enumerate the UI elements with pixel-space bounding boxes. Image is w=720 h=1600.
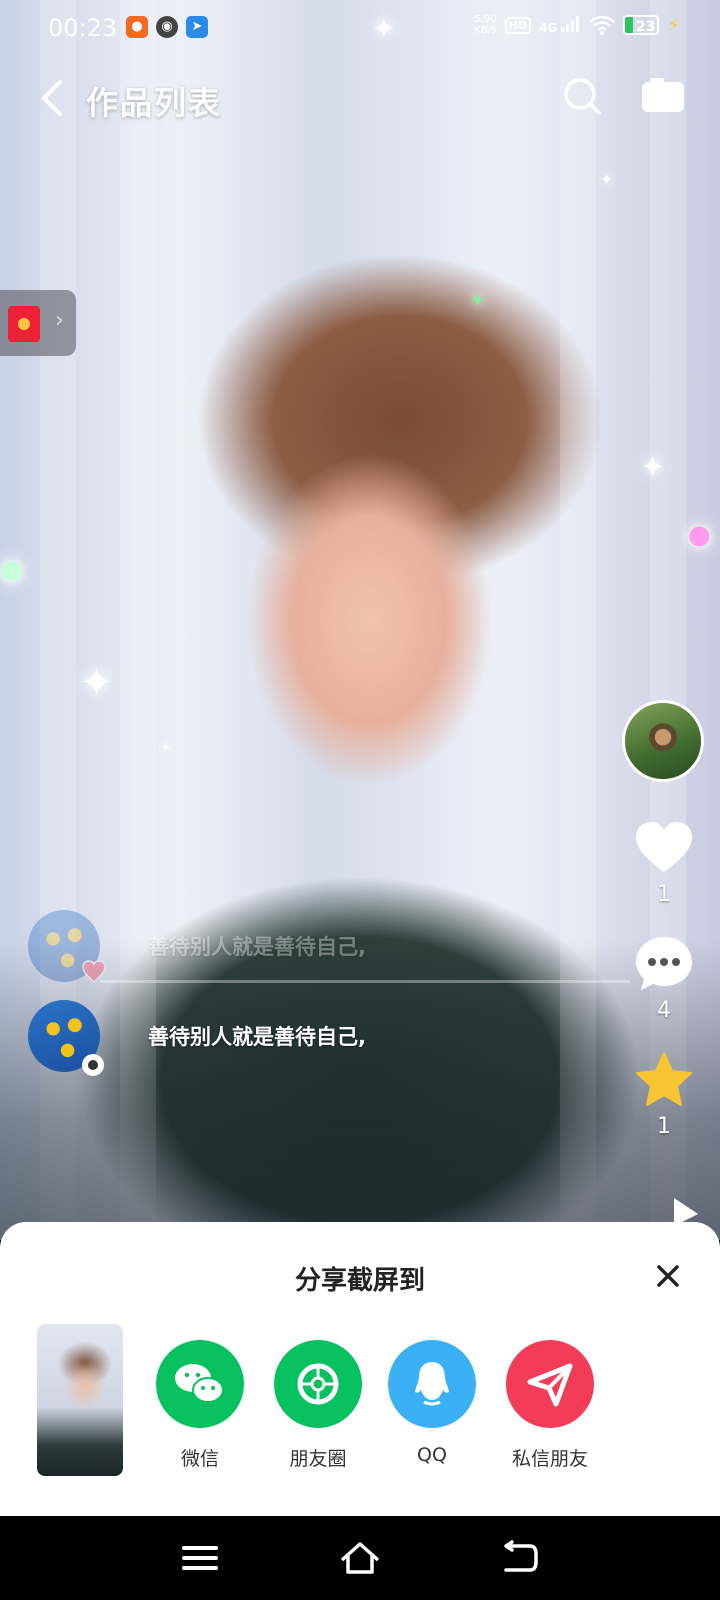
paper-plane-icon <box>506 1340 594 1428</box>
favorite-count: 1 <box>657 1114 671 1139</box>
chevron-left-icon[interactable] <box>34 76 74 120</box>
wechat-icon <box>156 1340 244 1428</box>
status-time: 00:23 <box>48 14 118 42</box>
comment-text: 善待别人就是善待自己, <box>148 935 366 959</box>
screenshot-thumbnail[interactable] <box>37 1324 123 1476</box>
heart-icon <box>636 822 692 872</box>
sparkle-decoration: ● <box>0 555 23 585</box>
system-nav-bar <box>0 1516 720 1600</box>
cellular-signal-icon: 4G <box>539 15 581 35</box>
comment-bubble[interactable]: 善待别人就是善待自己, <box>28 1000 366 1076</box>
share-sheet: 分享截屏到 微信 朋友圈 QQ 私信朋友 <box>0 1222 720 1516</box>
share-label: 微信 <box>180 1448 219 1470</box>
app-notification-icon: ◉ <box>156 16 178 38</box>
commenter-avatar <box>28 910 106 983</box>
share-label: 朋友圈 <box>289 1448 347 1470</box>
comment-button[interactable]: 4 <box>630 934 698 1023</box>
share-qq[interactable]: QQ <box>372 1340 492 1466</box>
sparkle-decoration: ✦ <box>470 290 486 311</box>
author-avatar[interactable] <box>622 700 704 782</box>
chevron-right-icon: › <box>55 308 64 333</box>
hd-badge: HD <box>504 16 531 34</box>
menu-icon[interactable] <box>178 1538 222 1578</box>
red-envelope-icon <box>8 306 40 342</box>
app-notification-icon: ➤ <box>186 16 208 38</box>
viewer-badge-icon <box>82 1054 104 1076</box>
sparkle-decoration: ✦ <box>640 450 666 485</box>
share-label: QQ <box>417 1444 447 1466</box>
sparkle-decoration: ✦ <box>600 170 614 189</box>
battery-icon: 23 <box>623 15 660 35</box>
comment-bubble[interactable]: 善待别人就是善待自己, <box>28 910 366 983</box>
sparkle-decoration: ✦ <box>80 660 114 706</box>
charging-icon: ⚡ <box>667 14 680 36</box>
commenter-avatar <box>28 1000 104 1076</box>
sparkle-decoration: ✦ <box>160 740 172 756</box>
back-arrow-icon[interactable] <box>498 1538 542 1578</box>
home-icon[interactable] <box>338 1538 382 1578</box>
share-direct-message[interactable]: 私信朋友 <box>490 1340 610 1471</box>
search-icon[interactable] <box>560 74 604 118</box>
comment-count: 4 <box>657 998 671 1023</box>
comment-text: 善待别人就是善待自己, <box>148 1025 366 1049</box>
red-packet-tab[interactable]: › <box>0 290 76 356</box>
playback-progress[interactable] <box>100 980 630 983</box>
like-count: 1 <box>657 882 671 907</box>
share-wechat[interactable]: 微信 <box>140 1340 260 1471</box>
app-notification-icon: ● <box>126 16 148 38</box>
like-button[interactable]: 1 <box>630 820 698 907</box>
wifi-icon <box>589 15 616 35</box>
top-header: 作品列表 <box>0 66 720 130</box>
screen: ✦ ✦ ✦ ✦ ✦ ● ● ✦ 00:23 ● ◉ ➤ 5.90 KB/s HD… <box>0 0 720 1600</box>
comment-bubble-icon <box>636 937 692 990</box>
status-indicators: 5.90 KB/s HD 4G 23 ⚡ <box>474 14 680 36</box>
status-bar: 00:23 ● ◉ ➤ 5.90 KB/s HD 4G 23 ⚡ <box>0 0 720 56</box>
qq-icon <box>388 1340 476 1428</box>
favorite-button[interactable]: 1 <box>630 1050 698 1139</box>
page-title: 作品列表 <box>86 84 223 122</box>
share-moments[interactable]: 朋友圈 <box>258 1340 378 1471</box>
sparkle-decoration: ● <box>688 520 711 550</box>
star-icon <box>636 1052 692 1106</box>
network-speed: 5.90 KB/s <box>474 14 497 36</box>
share-sheet-title: 分享截屏到 <box>294 1266 425 1296</box>
notification-icons: ● ◉ ➤ <box>126 16 208 38</box>
moments-icon <box>274 1340 362 1428</box>
share-label: 私信朋友 <box>511 1448 588 1470</box>
camera-icon[interactable] <box>640 76 686 116</box>
close-icon[interactable] <box>650 1258 686 1294</box>
